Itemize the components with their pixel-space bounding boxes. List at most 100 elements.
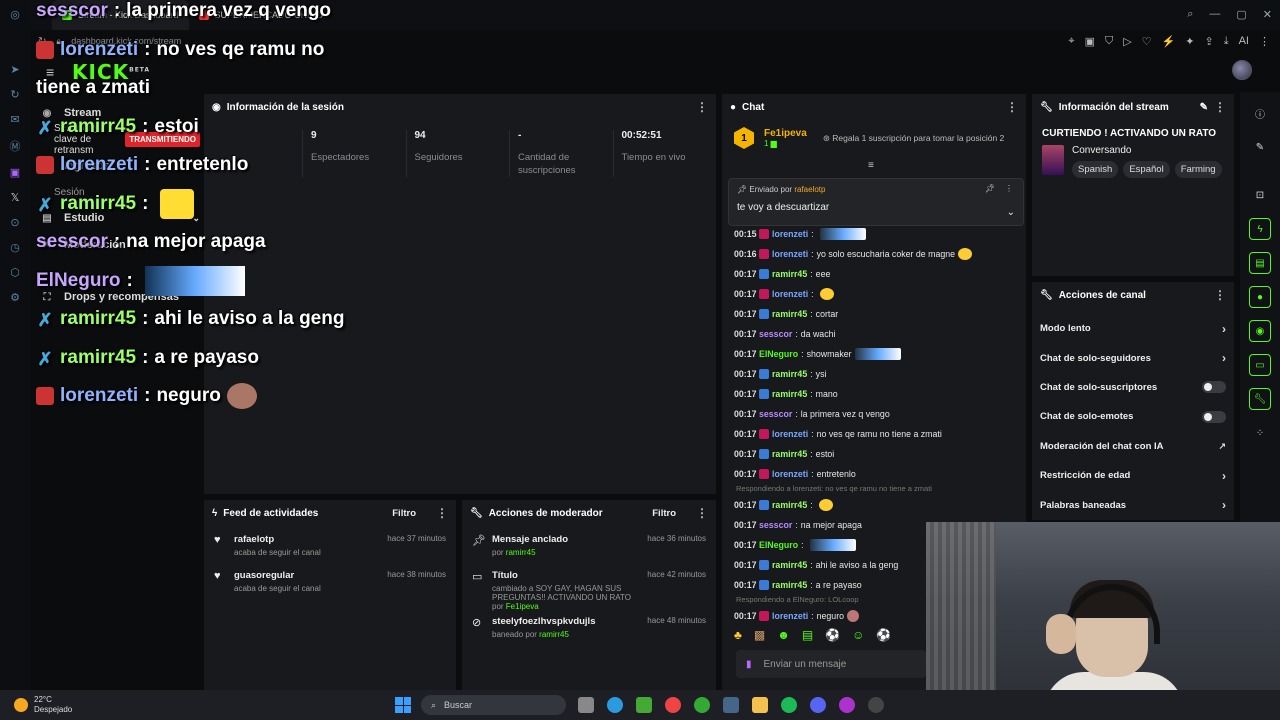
extension-kick-icon[interactable]: ⚡ — [1162, 35, 1176, 48]
app-icon[interactable] — [723, 697, 739, 713]
x-social-icon[interactable]: 𝕏 — [11, 191, 20, 204]
broadcast-icon[interactable]: ◉ — [1249, 320, 1271, 342]
message-username[interactable]: ramirr45 — [772, 369, 807, 379]
emote-icon[interactable]: ⚽ — [825, 628, 840, 642]
chevron-down-icon[interactable]: ⌄ — [1007, 207, 1015, 218]
message-username[interactable]: ramirr45 — [772, 560, 807, 570]
camera-icon[interactable]: ⊡ — [1249, 184, 1271, 206]
message-username[interactable]: ElNeguro — [759, 349, 798, 359]
channel-action-7[interactable]: Palabras baneadas › — [1032, 490, 1234, 519]
more-icon[interactable]: ⋮ — [696, 100, 708, 114]
chat-message[interactable]: 00:17 ramirr45: mano — [734, 384, 1024, 404]
message-username[interactable]: lorenzeti — [772, 249, 808, 259]
mod-action-user[interactable]: Fe1ipeva — [506, 602, 539, 611]
filter-button[interactable]: Filtro — [652, 508, 676, 519]
emote-icon[interactable]: ☺ — [852, 628, 864, 642]
more-icon[interactable]: ⋮ — [696, 506, 708, 520]
folder-icon[interactable] — [752, 697, 768, 713]
settings-icon[interactable]: ⚙ — [10, 291, 20, 304]
chat-message[interactable]: 00:17 ramirr45: estoi — [734, 444, 1024, 464]
more-icon[interactable]: ⋮ — [1214, 100, 1226, 114]
chat-message[interactable]: 00:17 lorenzeti: no ves qe ramu no tiene a… — [734, 424, 1024, 444]
download-icon[interactable]: ⤓ — [1224, 35, 1229, 48]
message-username[interactable]: sesscor — [759, 329, 792, 339]
task-view-icon[interactable] — [578, 697, 594, 713]
home-icon[interactable]: ◎ — [10, 8, 20, 21]
info-icon[interactable]: ⓘ — [1249, 102, 1271, 124]
windows-start-icon[interactable] — [395, 697, 411, 713]
share-icon[interactable]: ⁘ — [1249, 422, 1271, 444]
mod-action-user[interactable]: ramirr45 — [539, 630, 569, 639]
activity-user[interactable]: guasoregular — [234, 570, 379, 581]
close-icon[interactable]: ✕ — [1263, 8, 1272, 21]
toggle-switch[interactable] — [1202, 381, 1226, 394]
message-username[interactable]: lorenzeti — [772, 429, 808, 439]
wrench-icon[interactable]: 🔧︎ — [1249, 388, 1271, 410]
message-username[interactable]: ramirr45 — [772, 389, 807, 399]
pin-icon[interactable]: 📌︎ — [985, 184, 995, 193]
taskbar-search[interactable]: ⌕ Buscar — [421, 695, 566, 715]
chrome-icon[interactable] — [665, 697, 681, 713]
channel-action-5[interactable]: Moderación del chat con IA ↗ — [1032, 432, 1234, 461]
chat-message[interactable]: 00:17 sesscor: la primera vez q vengo — [734, 404, 1024, 424]
top-gifter[interactable]: Fe1ipeva 1 ▆ — [764, 128, 807, 148]
more-icon[interactable]: ⋮ — [436, 506, 448, 520]
filter-button[interactable]: Filtro — [392, 508, 416, 519]
clock-icon[interactable]: ◷ — [10, 241, 20, 254]
user-avatar[interactable] — [1232, 60, 1252, 80]
edit-icon[interactable]: ✎ — [1200, 102, 1208, 113]
pin-icon[interactable]: ⌖ — [1068, 35, 1074, 48]
message-username[interactable]: ramirr45 — [772, 449, 807, 459]
category-name[interactable]: Conversando — [1072, 145, 1222, 156]
chat-bubble-icon[interactable]: ● — [1249, 286, 1271, 308]
chat-message[interactable]: 00:17 ramirr45: — [734, 495, 1024, 515]
emote-icon[interactable]: ♣ — [734, 628, 742, 642]
gift-cta[interactable]: ⊛ Regala 1 suscripción para tomar la pos… — [823, 133, 1004, 144]
screenshot-icon[interactable]: ▣ — [1085, 35, 1095, 48]
message-username[interactable]: lorenzeti — [772, 289, 808, 299]
channel-action-2[interactable]: Chat de solo-seguidores › — [1032, 343, 1234, 372]
notes-icon[interactable]: ▤ — [1249, 252, 1271, 274]
message-username[interactable]: lorenzeti — [772, 611, 808, 621]
ai-button[interactable]: AI — [1239, 35, 1249, 47]
bolt-icon[interactable]: ϟ — [1249, 218, 1271, 240]
more-icon[interactable]: ⋮ — [1005, 184, 1013, 193]
emote-icon[interactable]: ▩ — [754, 628, 765, 642]
app-icon[interactable] — [839, 697, 855, 713]
minimize-icon[interactable]: — — [1209, 8, 1220, 21]
message-username[interactable]: ramirr45 — [772, 269, 807, 279]
chat-message[interactable]: 00:17 lorenzeti: entretenlo — [734, 464, 1024, 484]
twitch-icon[interactable]: ▣ — [10, 166, 20, 179]
chat-message[interactable]: 00:16 lorenzeti: yo solo escucharia coker … — [734, 244, 1024, 264]
message-username[interactable]: lorenzeti — [772, 229, 808, 239]
chat-message[interactable]: 00:15 lorenzeti: — [734, 224, 1024, 244]
xbox-icon[interactable] — [694, 697, 710, 713]
maximize-icon[interactable]: ▢ — [1236, 8, 1246, 21]
message-username[interactable]: ramirr45 — [772, 580, 807, 590]
channel-action-3[interactable]: Chat de solo-suscriptores — [1032, 373, 1234, 402]
message-username[interactable]: lorenzeti — [772, 469, 808, 479]
heart-icon[interactable]: ♡ — [1142, 35, 1152, 48]
channel-action-6[interactable]: Restricción de edad › — [1032, 461, 1234, 490]
card-icon[interactable]: ▭ — [1249, 354, 1271, 376]
spotify-icon[interactable] — [781, 697, 797, 713]
message-username[interactable]: ramirr45 — [772, 309, 807, 319]
tag[interactable]: Español — [1123, 161, 1170, 178]
discord-icon[interactable] — [810, 697, 826, 713]
refresh-icon[interactable]: ↻ — [10, 88, 19, 101]
chat-message[interactable]: 00:17 lorenzeti: — [734, 284, 1024, 304]
message-username[interactable]: ElNeguro — [759, 540, 798, 550]
search-icon[interactable]: ⌕ — [1187, 8, 1193, 21]
toggle-switch[interactable] — [1202, 410, 1226, 423]
obs-icon[interactable] — [868, 697, 884, 713]
chat-input[interactable]: ▮ Enviar un mensaje — [736, 650, 926, 678]
menu-icon[interactable]: ⋮ — [1259, 35, 1270, 48]
more-icon[interactable]: ⋮ — [1006, 100, 1018, 114]
activity-user[interactable]: rafaelotp — [234, 534, 379, 545]
chat-message[interactable]: 00:17 ramirr45: eee — [734, 264, 1024, 284]
cube-icon[interactable]: ⬡ — [10, 266, 20, 279]
play-icon[interactable]: ▷ — [1123, 35, 1131, 48]
message-username[interactable]: sesscor — [759, 520, 792, 530]
play-circle-icon[interactable]: ⊙ — [10, 216, 19, 229]
channel-action-4[interactable]: Chat de solo-emotes — [1032, 402, 1234, 431]
